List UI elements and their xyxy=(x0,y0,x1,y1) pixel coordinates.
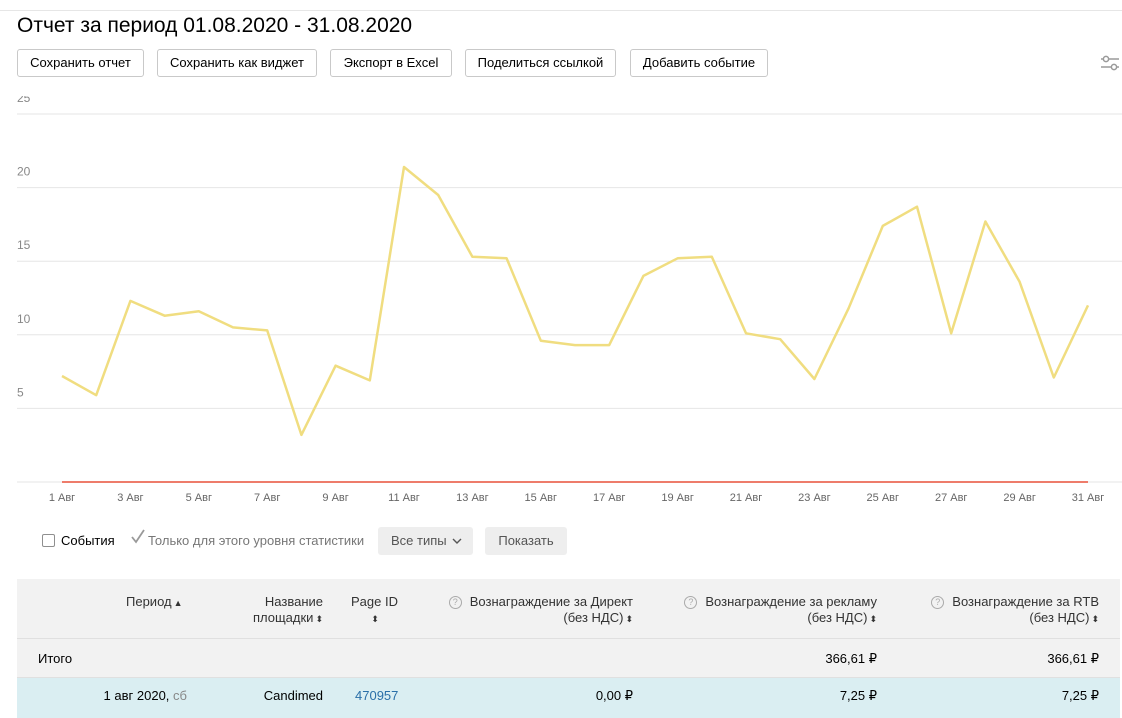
col-page-id[interactable]: Page ID ⬍ xyxy=(351,594,398,627)
x-tick-label: 19 Авг xyxy=(661,492,693,504)
sort-asc-icon: ▲ xyxy=(173,598,183,608)
x-tick-label: 9 Авг xyxy=(322,492,348,504)
y-tick-label: 10 xyxy=(17,312,31,326)
y-tick-label: 15 xyxy=(17,238,31,252)
sort-arrows-icon: ⬍ xyxy=(371,614,379,624)
types-dropdown-label: Все типы xyxy=(391,533,447,548)
row-date: 1 авг 2020, сб xyxy=(103,688,187,703)
total-ads: 366,61 ₽ xyxy=(825,651,877,666)
filters-bar: События Только для этого уровня статисти… xyxy=(0,526,1122,556)
y-tick-label: 5 xyxy=(17,385,24,399)
sort-arrows-icon: ⬍ xyxy=(315,614,323,624)
table-row[interactable]: 1 авг 2020, сб Candimed 470957 0,00 ₽ 7,… xyxy=(17,678,1120,718)
col-period[interactable]: Период ▲ xyxy=(126,594,183,611)
x-tick-label: 29 Авг xyxy=(1003,492,1035,504)
x-tick-label: 21 Авг xyxy=(730,492,762,504)
x-tick-label: 13 Авг xyxy=(456,492,488,504)
x-tick-label: 27 Авг xyxy=(935,492,967,504)
total-row: Итого 366,61 ₽ 366,61 ₽ xyxy=(17,639,1120,678)
y-tick-label: 20 xyxy=(17,165,31,179)
x-tick-label: 5 Авг xyxy=(186,492,212,504)
top-divider xyxy=(0,10,1122,11)
x-tick-label: 15 Авг xyxy=(525,492,557,504)
events-checkbox[interactable] xyxy=(42,534,55,547)
row-direct: 0,00 ₽ xyxy=(595,688,633,703)
x-tick-label: 25 Авг xyxy=(867,492,899,504)
show-button[interactable]: Показать xyxy=(485,527,567,555)
page-title: Отчет за период 01.08.2020 - 31.08.2020 xyxy=(17,14,413,37)
save-report-button[interactable]: Сохранить отчет xyxy=(17,49,144,77)
level-checkbox[interactable] xyxy=(130,528,146,546)
x-tick-label: 3 Авг xyxy=(117,492,143,504)
sliders-icon[interactable] xyxy=(1100,54,1120,72)
share-link-button[interactable]: Поделиться ссылкой xyxy=(465,49,616,77)
col-site-name[interactable]: Название площадки ⬍ xyxy=(222,594,323,627)
level-checkbox-label: Только для этого уровня статистики xyxy=(148,533,365,548)
chevron-down-icon xyxy=(452,538,462,544)
row-ads: 7,25 ₽ xyxy=(839,688,877,703)
series-line-0 xyxy=(61,165,1090,437)
save-widget-button[interactable]: Сохранить как виджет xyxy=(157,49,317,77)
export-excel-button[interactable]: Экспорт в Excel xyxy=(330,49,452,77)
sort-arrows-icon: ⬍ xyxy=(869,614,877,624)
x-tick-label: 17 Авг xyxy=(593,492,625,504)
sort-arrows-icon: ⬍ xyxy=(625,614,633,624)
x-tick-label: 7 Авг xyxy=(254,492,280,504)
types-dropdown[interactable]: Все типы xyxy=(378,527,473,555)
question-circle-icon[interactable]: ? xyxy=(931,596,945,609)
events-checkbox-label: События xyxy=(61,533,115,548)
x-tick-label: 31 Авг xyxy=(1072,492,1104,504)
question-circle-icon[interactable]: ? xyxy=(684,596,698,609)
row-rtb: 7,25 ₽ xyxy=(1061,688,1099,703)
line-chart: 5 10 15 20 25 1 Авг 3 Авг 5 Авг 7 Авг 9 Авг 11 Авг… xyxy=(17,96,1122,504)
total-label: Итого xyxy=(38,651,73,666)
question-circle-icon[interactable]: ? xyxy=(448,596,462,609)
sort-arrows-icon: ⬍ xyxy=(1091,614,1099,624)
col-rtb[interactable]: ? Вознаграждение за RTB (без НДС) ⬍ xyxy=(929,594,1099,627)
row-site: Candimed xyxy=(263,688,323,703)
x-tick-label: 1 Авг xyxy=(49,492,75,504)
x-tick-label: 11 Авг xyxy=(388,492,420,504)
y-tick-label: 25 xyxy=(17,96,31,105)
row-page-id-link[interactable]: 470957 xyxy=(355,688,398,703)
add-event-button[interactable]: Добавить событие xyxy=(630,49,768,77)
col-ads[interactable]: ? Вознаграждение за рекламу (без НДС) ⬍ xyxy=(681,594,877,627)
total-rtb: 366,61 ₽ xyxy=(1047,651,1099,666)
x-tick-label: 23 Авг xyxy=(798,492,830,504)
col-direct[interactable]: ? Вознаграждение за Директ (без НДС) ⬍ xyxy=(447,594,633,627)
table-header: Период ▲ Название площадки ⬍ Page ID ⬍ ? Во… xyxy=(17,579,1120,639)
